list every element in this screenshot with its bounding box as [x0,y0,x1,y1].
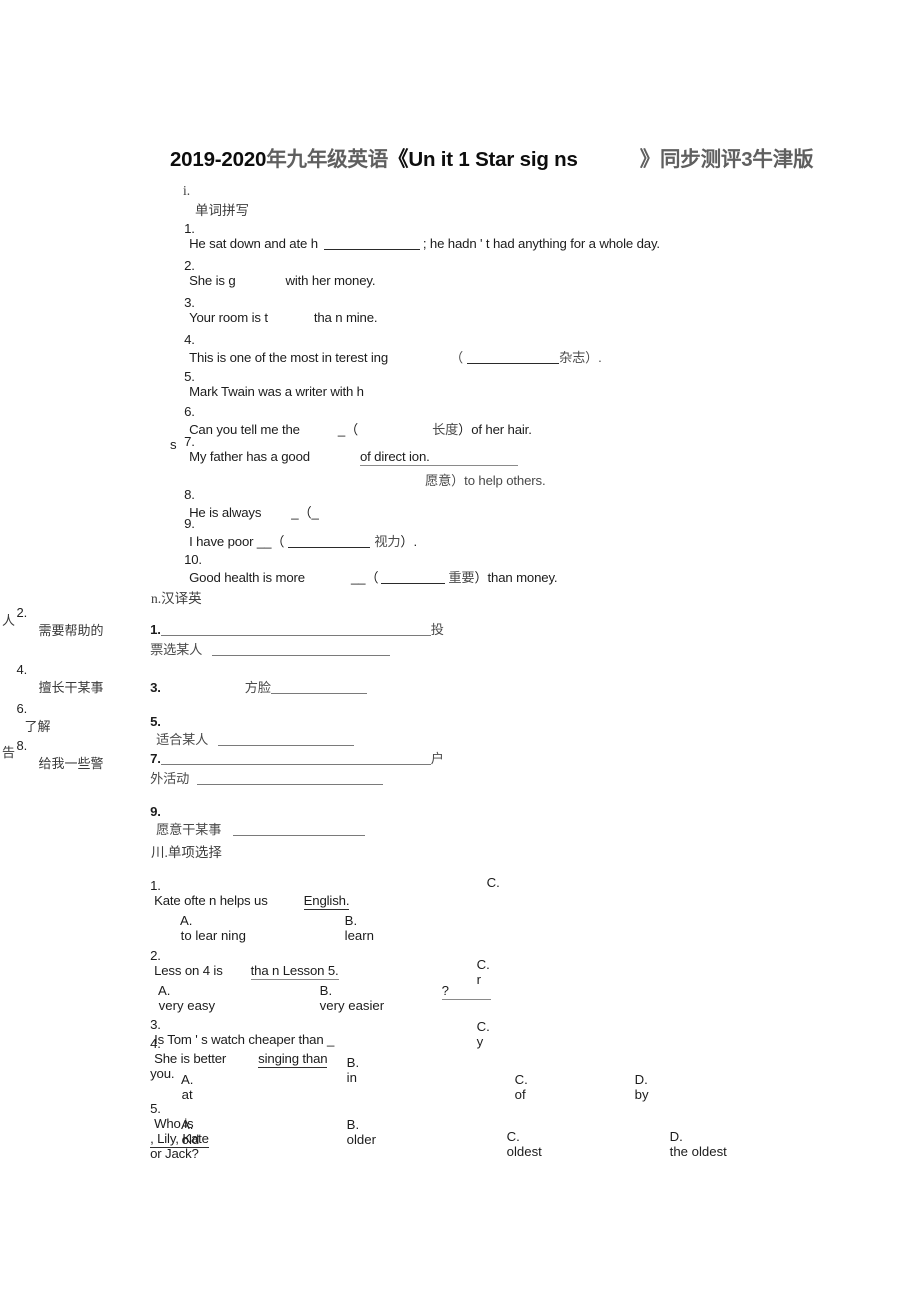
question-10-stem: Good health is more [189,570,305,585]
mc-5-option-c[interactable]: C. oldest [492,1114,542,1174]
question-1-tail: ; he hadn ' t had anything for a whole d… [422,236,660,251]
mc-1-option-c[interactable]: C. [472,860,500,905]
answer-blank[interactable] [381,583,446,584]
section-3-marker: 川. [151,845,168,860]
document-page: 2019-2020年九年级英语《Un it 1 Star sig ns 》同步测评… [0,0,920,1303]
mc-5-option-d[interactable]: D. the oldest [655,1114,727,1174]
answer-blank[interactable] [270,693,367,694]
section-1-marker: i. [183,183,191,198]
title-cjk-prefix: 年九年级英语 [266,148,389,171]
mc-3-option-c[interactable]: C. y [462,1004,490,1064]
question-10-hint: 重要 [448,570,475,585]
translate-item-1-tail: 投 [430,622,444,637]
question-9-number: 9. [184,516,195,531]
answer-blank[interactable] [197,784,384,785]
margin-item-2: 2. 需要帮助的 [16,605,104,638]
translate-item-3-label: 方脸 [244,680,271,695]
question-10-mid: __（ [350,570,379,585]
mc-5-option-a[interactable]: A. old [167,1102,199,1162]
mc-4-option-c[interactable]: C. of [500,1057,528,1117]
margin-item-8: 8. 给我一些警 [16,738,104,771]
mc-question-1-number: 1. [150,878,161,893]
question-10-number: 10. [184,552,202,567]
mc-question-2-number: 2. [150,948,161,963]
mc-question-4-number: 4. [150,1036,161,1051]
mc-question-5-number: 5. [150,1101,161,1116]
question-6-number: 6. [184,404,195,419]
translate-item-9-number: 9. [150,804,161,819]
margin-item-8-wrap: 告 [2,745,16,760]
answer-blank[interactable] [212,655,391,656]
answer-blank[interactable] [233,835,366,836]
question-4-number: 4. [184,332,195,347]
question-7-number: 7. [184,434,195,449]
question-2-number: 2. [184,258,195,273]
margin-item-2-wrap: 人 [2,613,16,628]
question-3-number: 3. [184,295,195,310]
answer-blank[interactable] [467,363,560,364]
mc-4-option-d[interactable]: D. by [620,1057,649,1117]
question-7-stem: My father has a good [189,449,310,464]
mc-question-4-keyword: singing than [258,1051,328,1068]
question-4-paren-open: （ [450,350,464,365]
question-4-hint: 杂志 [559,350,586,365]
title-unit: 《Un it 1 Star sig ns [388,148,578,171]
question-4-paren-close: ）. [585,350,602,365]
question-1-number: 1. [184,221,195,236]
question-8-number: 8. [184,487,195,502]
section-3-title: 单项选择 [167,845,222,860]
translate-item-7-tail: 户 [430,751,444,766]
question-7-orphan-fragment: s [170,437,177,452]
translate-item-5-number: 5. [150,714,161,729]
question-10: 10. Good health is more __（ 重要）than money. [170,537,558,601]
mc-5-option-b[interactable]: B. older [332,1102,376,1162]
question-8-hint-line: 愿意）to help others. [425,473,546,488]
question-5-number: 5. [184,369,195,384]
question-10-tail: ）than money. [474,570,558,585]
mc-question-4: 4. She is better singing than you. [136,1021,328,1096]
mc-4-option-b[interactable]: B. in [332,1040,359,1100]
translate-item-3-number: 3. [150,680,161,695]
title-cjk-suffix: 》同步测评3牛津版 [639,148,814,171]
